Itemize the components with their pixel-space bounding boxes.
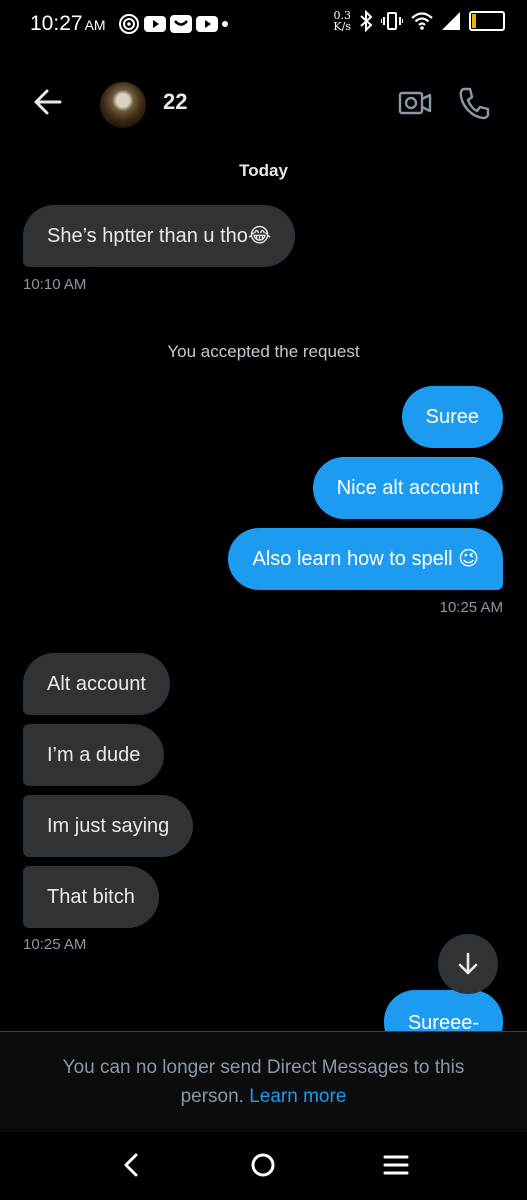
phone-icon[interactable] xyxy=(458,86,490,120)
youtube-icon xyxy=(196,16,218,32)
system-message: You accepted the request xyxy=(167,342,360,361)
avatar[interactable] xyxy=(100,82,146,128)
message-bubble-incoming[interactable]: She’s hptter than u tho😂 xyxy=(23,205,296,267)
message-timestamp: 10:25 AM xyxy=(23,936,87,953)
system-navigation-bar xyxy=(0,1132,527,1200)
notification-icons xyxy=(118,13,228,35)
message-bubble-incoming[interactable]: Alt account xyxy=(23,653,170,715)
learn-more-link[interactable]: Learn more xyxy=(249,1086,346,1107)
status-bar: 10:27 AM 0.3 K/s 15 xyxy=(0,0,527,50)
bluetooth-icon xyxy=(360,10,373,32)
more-notifications-dot-icon xyxy=(222,21,228,27)
message-bubble-incoming[interactable]: Im just saying xyxy=(23,795,194,857)
back-arrow-icon[interactable] xyxy=(30,84,66,120)
message-bubble-outgoing[interactable]: Also learn how to spell 😉 xyxy=(228,528,503,590)
message-bubble-outgoing[interactable]: Nice alt account xyxy=(312,457,503,519)
battery-percent: 15 xyxy=(479,12,495,27)
clock-time: 10:27 xyxy=(30,12,83,35)
network-speed-unit: K/s xyxy=(333,20,351,33)
dm-disabled-notice: You can no longer send Direct Messages t… xyxy=(40,1053,487,1111)
arrow-down-icon xyxy=(458,952,478,975)
hotspot-icon xyxy=(119,14,139,34)
nav-back-icon[interactable] xyxy=(120,1152,142,1178)
day-separator: Today xyxy=(239,161,288,180)
message-timestamp: 10:25 AM xyxy=(439,599,503,616)
status-time: 10:27 AM xyxy=(30,12,106,36)
nav-home-icon[interactable] xyxy=(250,1152,276,1178)
youtube-icon xyxy=(144,16,166,32)
nav-recents-menu-icon[interactable] xyxy=(383,1154,409,1176)
scroll-to-bottom-button[interactable] xyxy=(438,934,498,994)
clock-ampm: AM xyxy=(84,17,106,33)
wifi-icon xyxy=(411,12,433,30)
message-bubble-incoming[interactable]: I’m a dude xyxy=(23,724,165,786)
message-bubble-incoming[interactable]: That bitch xyxy=(23,866,159,928)
system-status-icons: 0.3 K/s 15 xyxy=(333,10,505,32)
mail-icon xyxy=(170,15,192,33)
signal-icon xyxy=(442,12,460,30)
battery-icon: 15 xyxy=(469,11,505,31)
vibrate-icon xyxy=(381,12,403,30)
conversation-title[interactable]: 22 xyxy=(163,89,187,115)
message-timestamp: 10:10 AM xyxy=(23,276,87,293)
message-bubble-outgoing[interactable]: Suree xyxy=(401,386,503,448)
video-camera-icon[interactable] xyxy=(398,87,432,119)
network-speed: 0.3 K/s xyxy=(333,10,351,32)
